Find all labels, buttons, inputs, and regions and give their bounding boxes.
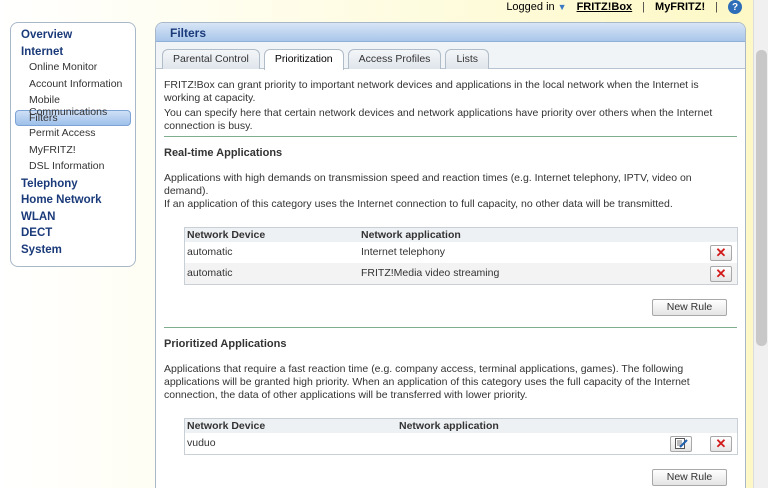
- sidebar-item-telephony[interactable]: Telephony: [15, 176, 131, 193]
- intro-text-1: FRITZ!Box can grant priority to importan…: [164, 79, 699, 104]
- table-row: vuduo ✕: [185, 433, 737, 454]
- col-network-application: Network application: [399, 420, 499, 432]
- tab-access-profiles[interactable]: Access Profiles: [347, 49, 442, 69]
- main-panel: Filters Parental Control Prioritization …: [155, 22, 746, 488]
- tab-prioritization[interactable]: Prioritization: [263, 49, 344, 70]
- tab-parental-control[interactable]: Parental Control: [162, 49, 260, 69]
- top-bar: Logged in ▼ FRITZ!Box | MyFRITZ! | ?: [506, 0, 742, 14]
- close-icon: ✕: [715, 265, 727, 281]
- col-network-device: Network Device: [187, 420, 266, 432]
- sidebar-item-mobile-communications[interactable]: Mobile Communications: [15, 93, 131, 118]
- content-area: FRITZ!Box can grant priority to importan…: [156, 69, 745, 486]
- col-network-application: Network application: [361, 229, 461, 241]
- row-application: Internet telephony: [361, 246, 446, 258]
- sidebar-nav: Overview Internet Online Monitor Account…: [10, 22, 136, 267]
- prioritized-desc: Applications that require a fast reactio…: [164, 363, 690, 401]
- prioritized-table: Network Device Network application vuduo…: [184, 418, 738, 455]
- sidebar-item-dect[interactable]: DECT: [15, 225, 131, 242]
- logged-in-menu[interactable]: Logged in ▼: [506, 1, 566, 13]
- sidebar-item-system[interactable]: System: [15, 242, 131, 259]
- row-device: vuduo: [187, 437, 216, 449]
- vertical-scrollbar[interactable]: [753, 0, 768, 488]
- sidebar-item-wlan[interactable]: WLAN: [15, 209, 131, 226]
- table-row: automatic FRITZ!Media video streaming ✕: [185, 263, 737, 284]
- page-title: Filters: [156, 23, 745, 42]
- prioritized-heading: Prioritized Applications: [164, 338, 287, 350]
- table-header: Network Device Network application: [185, 419, 737, 433]
- intro-text-2: You can specify here that certain networ…: [164, 107, 713, 132]
- sidebar-item-home-network[interactable]: Home Network: [15, 192, 131, 209]
- row-device: automatic: [187, 267, 233, 279]
- tab-lists[interactable]: Lists: [445, 49, 490, 69]
- delete-button[interactable]: ✕: [710, 244, 732, 261]
- sidebar-item-internet[interactable]: Internet: [15, 44, 131, 61]
- sidebar-item-overview[interactable]: Overview: [15, 27, 131, 44]
- separator: |: [642, 1, 646, 13]
- realtime-table: Network Device Network application autom…: [184, 227, 738, 285]
- new-rule-button-prioritized[interactable]: New Rule: [652, 469, 727, 486]
- row-device: automatic: [187, 246, 233, 258]
- sidebar-item-myfritz[interactable]: MyFRITZ!: [15, 143, 131, 160]
- sidebar-item-permit-access[interactable]: Permit Access: [15, 126, 131, 143]
- divider: [164, 327, 737, 328]
- fritzbox-link[interactable]: FRITZ!Box: [577, 1, 633, 13]
- sidebar-item-dsl-information[interactable]: DSL Information: [15, 159, 131, 176]
- realtime-desc-2: If an application of this category uses …: [164, 198, 673, 210]
- realtime-desc-1: Applications with high demands on transm…: [164, 172, 692, 197]
- edit-button[interactable]: [670, 435, 692, 452]
- logged-in-label: Logged in: [506, 1, 555, 13]
- table-header: Network Device Network application: [185, 228, 737, 242]
- chevron-down-icon: ▼: [557, 2, 567, 12]
- table-row: automatic Internet telephony ✕: [185, 242, 737, 263]
- delete-button[interactable]: ✕: [710, 435, 732, 452]
- tab-bar: Parental Control Prioritization Access P…: [156, 42, 745, 70]
- sidebar-item-online-monitor[interactable]: Online Monitor: [15, 60, 131, 77]
- row-application: FRITZ!Media video streaming: [361, 267, 500, 279]
- realtime-heading: Real-time Applications: [164, 147, 283, 159]
- close-icon: ✕: [715, 435, 727, 451]
- new-rule-button-realtime[interactable]: New Rule: [652, 299, 727, 316]
- delete-button[interactable]: ✕: [710, 265, 732, 282]
- scrollbar-thumb[interactable]: [756, 50, 767, 346]
- edit-icon: [674, 438, 688, 449]
- help-icon[interactable]: ?: [728, 0, 742, 14]
- divider: [164, 136, 737, 137]
- close-icon: ✕: [715, 244, 727, 260]
- separator: |: [715, 1, 718, 13]
- col-network-device: Network Device: [187, 229, 266, 241]
- sidebar-item-account-information[interactable]: Account Information: [15, 77, 131, 94]
- myfritz-link[interactable]: MyFRITZ!: [655, 1, 705, 13]
